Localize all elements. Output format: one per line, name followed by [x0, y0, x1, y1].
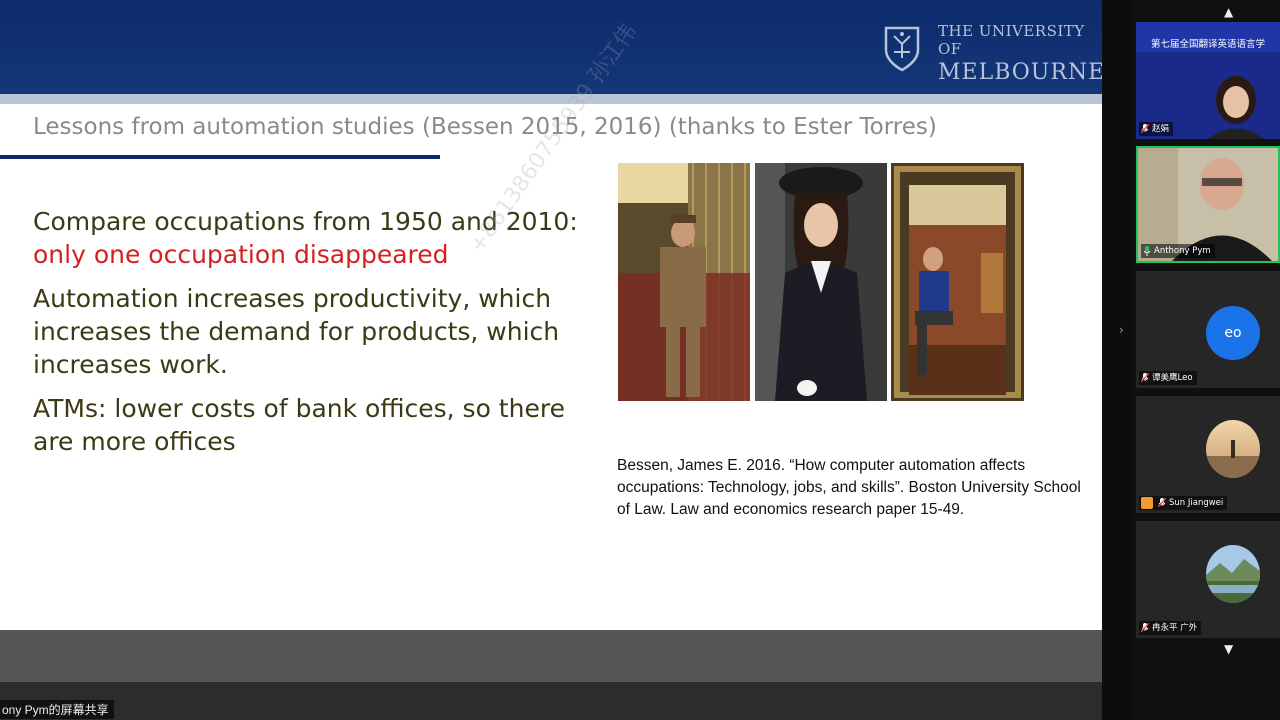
mic-muted-icon: [1141, 373, 1149, 383]
bullet-item: Automation increases productivity, which…: [33, 282, 603, 381]
shared-screen: THE UNIVERSITY OF MELBOURNE Lessons from…: [0, 0, 1102, 720]
photo-seated-operator: [891, 163, 1024, 401]
participant-name: 冉永平 广外: [1152, 623, 1198, 633]
bottom-bar: [0, 682, 1128, 720]
slide-bullet-list: Compare occupations from 1950 and 2010: …: [33, 205, 603, 469]
participant-avatar-sunset: [1206, 420, 1260, 478]
screen-share-label: ony Pym的屏幕共享: [0, 700, 114, 719]
university-crest-icon: [884, 26, 920, 72]
bullet-text: Automation increases productivity, which…: [33, 284, 560, 379]
participant-initials-avatar: eo: [1206, 306, 1260, 360]
university-logo-text: THE UNIVERSITY OF MELBOURNE: [938, 22, 1102, 85]
bullet-item: Compare occupations from 1950 and 2010: …: [33, 205, 603, 271]
panel-divider: [1102, 0, 1130, 720]
mic-muted-icon: [1141, 623, 1149, 633]
participant-name-tag: 谭美鹰Leo: [1139, 371, 1197, 385]
bullet-highlight: only one occupation disappeared: [33, 240, 449, 269]
participant-name: 谭美鹰Leo: [1152, 373, 1193, 383]
photo-elevator-attendant: [755, 163, 887, 401]
gallery-scroll-down-icon[interactable]: ▼: [1224, 642, 1233, 656]
participant-tile[interactable]: eo 谭美鹰Leo: [1136, 271, 1280, 388]
presentation-slide: THE UNIVERSITY OF MELBOURNE Lessons from…: [0, 0, 1102, 630]
participant-name-tag: 冉永平 广外: [1139, 621, 1202, 635]
meeting-window: THE UNIVERSITY OF MELBOURNE Lessons from…: [0, 0, 1280, 720]
university-line1: THE UNIVERSITY OF: [938, 22, 1085, 58]
host-badge-icon: [1141, 497, 1153, 509]
slide-title: Lessons from automation studies (Bessen …: [33, 114, 937, 140]
photo-bellhop: [618, 163, 750, 401]
title-underline: [0, 155, 440, 159]
mic-muted-icon: [1158, 498, 1166, 508]
participant-tile[interactable]: 冉永平 广外: [1136, 521, 1280, 638]
university-line2: MELBOURNE: [938, 60, 1102, 85]
gallery-scroll-up-icon[interactable]: ▲: [1224, 5, 1233, 19]
participant-name: 赵娟: [1152, 124, 1170, 134]
participant-name-tag: Anthony Pym: [1141, 244, 1215, 258]
mic-active-icon: [1143, 246, 1151, 256]
conference-slide-text: 第七届全国翻译英语语言学: [1151, 38, 1265, 50]
bullet-item: ATMs: lower costs of bank offices, so th…: [33, 392, 603, 458]
mic-muted-icon: [1141, 124, 1149, 134]
bullet-text: ATMs: lower costs of bank offices, so th…: [33, 394, 565, 456]
participant-name: Anthony Pym: [1154, 246, 1211, 256]
share-bottom-margin: [0, 630, 1102, 682]
participant-name-tag: Sun Jiangwei: [1139, 496, 1228, 510]
participant-avatar-landscape: [1206, 545, 1260, 603]
participant-name: Sun Jiangwei: [1169, 498, 1224, 508]
collapse-panel-icon[interactable]: ›: [1119, 323, 1124, 337]
participant-name-tag: 赵娟: [1139, 122, 1174, 136]
participant-tile[interactable]: Sun Jiangwei: [1136, 396, 1280, 513]
slide-header-banner: [0, 0, 1102, 94]
participant-tile-active-speaker[interactable]: Anthony Pym: [1136, 146, 1280, 263]
slide-header-strip: [0, 94, 1102, 104]
citation-text: Bessen, James E. 2016. “How computer aut…: [617, 457, 1081, 518]
participant-tile[interactable]: 第七届全国翻译英语语言学 赵娟: [1136, 22, 1280, 139]
